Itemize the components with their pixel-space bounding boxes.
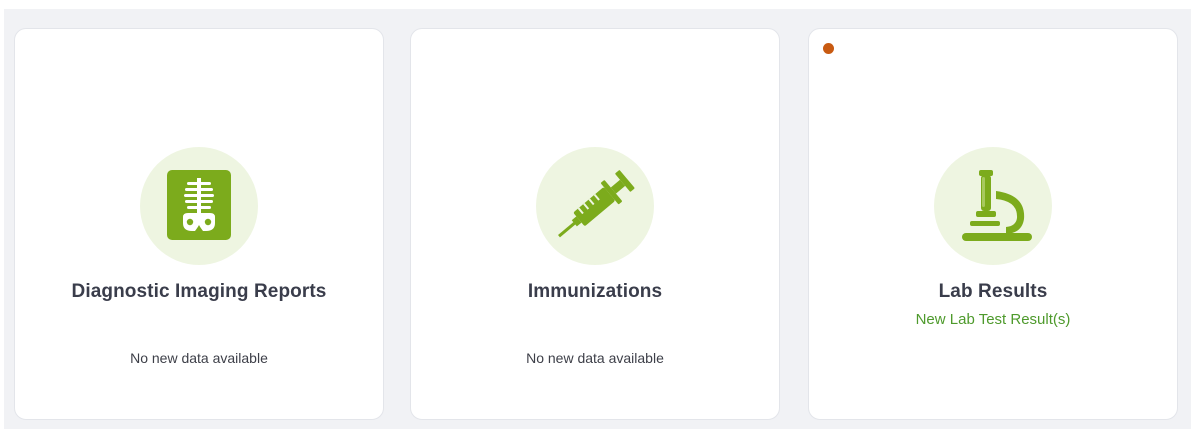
card-title: Immunizations: [527, 281, 663, 302]
card-title: Diagnostic Imaging Reports: [71, 281, 327, 302]
microscope-icon: [962, 170, 1032, 241]
card-immunizations[interactable]: Immunizations No new data available: [410, 28, 780, 420]
xray-icon: [167, 170, 231, 240]
card-diagnostic-imaging-reports[interactable]: Diagnostic Imaging Reports No new data a…: [14, 28, 384, 420]
health-records-panel: Diagnostic Imaging Reports No new data a…: [4, 9, 1191, 429]
card-status: No new data available: [130, 350, 268, 366]
card-subtitle: New Lab Test Result(s): [915, 311, 1071, 328]
card-title: Lab Results: [938, 281, 1048, 302]
icon-circle: [140, 147, 258, 265]
card-status: No new data available: [526, 350, 664, 366]
card-lab-results[interactable]: Lab Results New Lab Test Result(s): [808, 28, 1178, 420]
syringe-icon: [558, 170, 635, 238]
icon-circle: [536, 147, 654, 265]
notification-dot: [823, 43, 834, 54]
icon-circle: [934, 147, 1052, 265]
